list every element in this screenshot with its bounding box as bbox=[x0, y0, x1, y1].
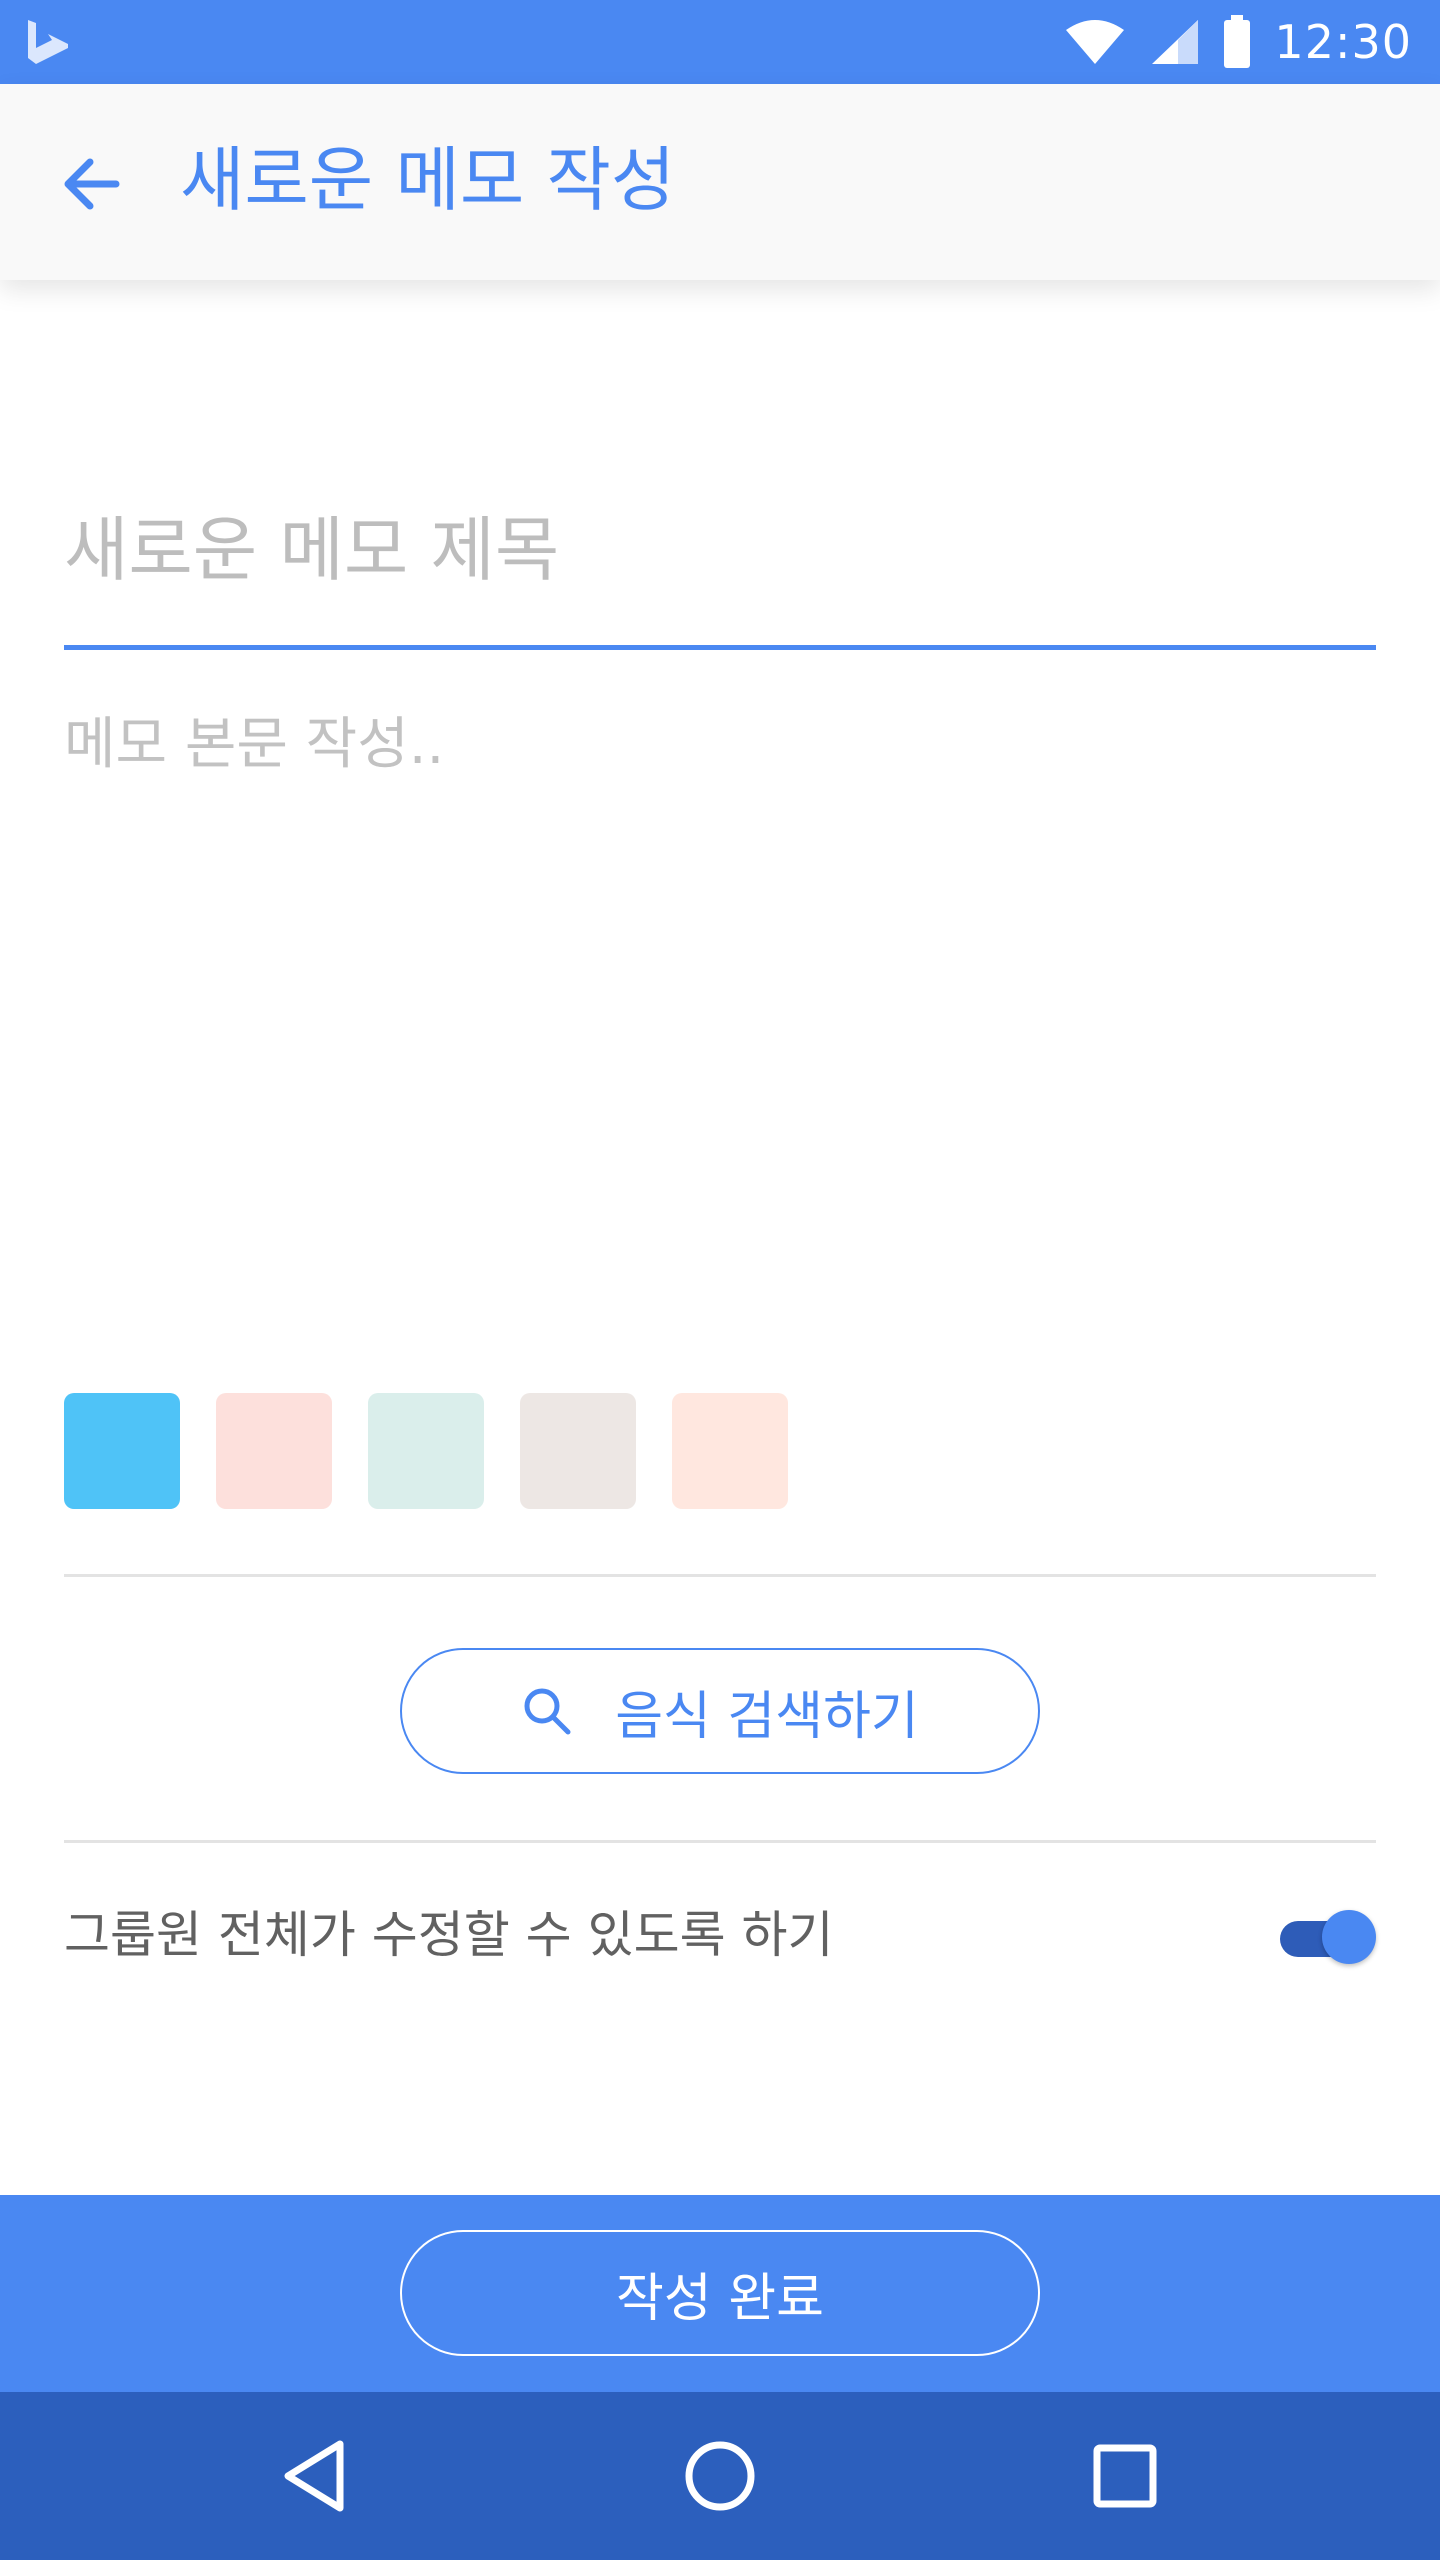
status-time: 12:30 bbox=[1274, 15, 1412, 69]
food-search-button[interactable]: 음식 검색하기 bbox=[400, 1648, 1040, 1774]
group-edit-toggle[interactable] bbox=[1278, 1908, 1378, 1964]
nav-back-button[interactable] bbox=[265, 2426, 365, 2526]
nav-home-circle-icon bbox=[685, 2441, 755, 2511]
search-icon bbox=[524, 1688, 571, 1735]
system-nav-bar bbox=[0, 2392, 1440, 2560]
title-underline bbox=[64, 645, 1376, 650]
back-button[interactable] bbox=[48, 142, 132, 226]
status-icons: 12:30 bbox=[1064, 0, 1412, 84]
nav-recents-square-icon bbox=[1093, 2444, 1157, 2508]
color-swatch-peach[interactable] bbox=[672, 1393, 788, 1509]
bottom-action-bar: 작성 완료 bbox=[0, 2195, 1440, 2392]
divider bbox=[64, 1840, 1376, 1843]
nav-home-button[interactable] bbox=[670, 2426, 770, 2526]
battery-icon bbox=[1224, 15, 1251, 68]
arrow-left-icon bbox=[64, 158, 120, 210]
color-swatch-beige[interactable] bbox=[520, 1393, 636, 1509]
app-bar: 새로운 메모 작성 bbox=[0, 84, 1440, 280]
new-memo-screen: 12:30 새로운 메모 작성 음식 검색하기 그룹원 전체가 수정할 수 있도… bbox=[0, 0, 1440, 2560]
complete-button[interactable]: 작성 완료 bbox=[400, 2230, 1040, 2356]
divider bbox=[64, 1574, 1376, 1577]
wifi-icon bbox=[1066, 20, 1125, 64]
toggle-thumb bbox=[1322, 1910, 1376, 1964]
color-swatch-row bbox=[64, 1393, 788, 1509]
page-title: 새로운 메모 작성 bbox=[180, 139, 676, 221]
food-search-label: 음식 검색하기 bbox=[615, 1686, 919, 1747]
complete-button-label: 작성 완료 bbox=[616, 2268, 824, 2329]
memo-body-input[interactable] bbox=[64, 700, 1376, 1340]
signal-icon bbox=[1152, 20, 1199, 64]
nav-back-triangle-icon bbox=[284, 2440, 344, 2512]
color-swatch-mint[interactable] bbox=[368, 1393, 484, 1509]
color-swatch-pink[interactable] bbox=[216, 1393, 332, 1509]
color-swatch-blue[interactable] bbox=[64, 1393, 180, 1509]
memo-title-input[interactable] bbox=[64, 490, 1376, 610]
status-bar: 12:30 bbox=[0, 0, 1440, 84]
nav-recents-button[interactable] bbox=[1075, 2426, 1175, 2526]
group-edit-label: 그룹원 전체가 수정할 수 있도록 하기 bbox=[64, 1906, 834, 1964]
bing-logo-icon bbox=[28, 20, 68, 64]
